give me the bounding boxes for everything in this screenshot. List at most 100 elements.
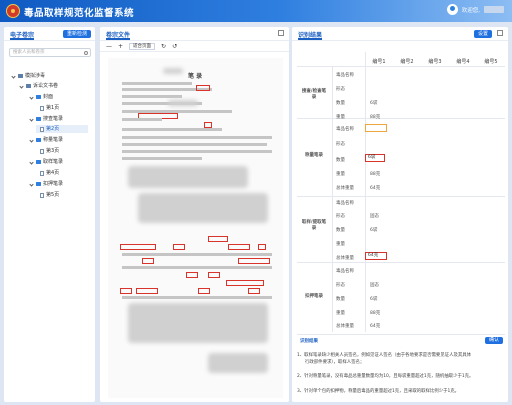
col-header-5: 编号5 xyxy=(484,59,498,65)
redaction xyxy=(128,166,248,188)
doc-line xyxy=(122,128,222,131)
tree-item-litigation[interactable]: 诉讼文书卷 xyxy=(19,82,58,90)
tree-item-case[interactable]: 模拟涉毒 xyxy=(11,72,45,80)
highlight-box xyxy=(226,280,264,286)
chevron-down-icon xyxy=(29,181,34,187)
doc-line xyxy=(122,266,272,269)
redetect-button[interactable]: 重新检测 xyxy=(63,30,91,38)
tree-item-page4[interactable]: 第4页 xyxy=(40,169,59,177)
result-item-2: 2、针对称量笔录，没有毒品总重量数量均为10，且每袋重量超过1克，随机抽取少于1… xyxy=(297,374,474,379)
field-label: 形态 xyxy=(336,142,345,147)
chevron-down-icon xyxy=(29,159,34,165)
redaction xyxy=(163,68,183,74)
divider xyxy=(365,52,366,332)
highlight-box xyxy=(120,244,156,250)
redaction xyxy=(138,193,268,223)
field-label: 重量 xyxy=(336,115,345,120)
highlight-box xyxy=(173,244,185,250)
result-item-1: 1、取样笔录缺少相关人员签名，例如见证人签名（由于各地要求是否需要见证人及其具体 xyxy=(297,353,472,358)
field-label: 毒品名称 xyxy=(336,127,354,132)
app-title: 毒品取样规范化监督系统 xyxy=(24,8,135,19)
folder-icon xyxy=(18,74,23,78)
tree-item-page1[interactable]: 第1页 xyxy=(40,104,59,112)
tree-item-sample-record[interactable]: 取样笔录 xyxy=(29,158,63,166)
section-weigh: 称量笔录 xyxy=(305,153,323,158)
tree-item-search-record[interactable]: 搜查笔录 xyxy=(29,115,63,123)
field-label: 总体重量 xyxy=(336,324,354,329)
highlight-box xyxy=(198,288,210,294)
field-label: 数量 xyxy=(336,297,345,302)
tree-item-page5[interactable]: 第5页 xyxy=(40,191,59,199)
zoom-select[interactable]: 适合页面 xyxy=(129,42,156,50)
avatar-icon xyxy=(446,4,458,15)
document-icon xyxy=(40,148,44,154)
field-value: 88克 xyxy=(370,115,381,120)
field-label: 重量 xyxy=(336,172,345,177)
doc-line xyxy=(122,118,162,121)
search-icon[interactable] xyxy=(84,50,88,55)
search-input[interactable]: 搜索人员和卷宗 xyxy=(9,48,91,57)
zoom-out-icon[interactable]: — xyxy=(106,43,112,50)
confirm-button[interactable]: 确认 xyxy=(485,337,503,344)
results-panel: 识别结果 设置 xyxy=(292,27,508,402)
highlight-box xyxy=(136,288,158,294)
redaction xyxy=(168,100,198,106)
expand-icon[interactable] xyxy=(278,30,284,36)
doc-line xyxy=(122,136,272,139)
field-value: 固态 xyxy=(370,283,379,288)
section-sample: 取样/提取笔录 xyxy=(301,220,327,231)
field-label: 总体重量 xyxy=(336,256,354,261)
header-bar: 毒品取样规范化监督系统 欢迎您, xyxy=(0,0,512,22)
field-label: 重量 xyxy=(336,311,345,316)
redaction xyxy=(128,303,268,343)
divider xyxy=(297,118,505,119)
expand-icon[interactable] xyxy=(497,30,503,36)
field-value: 64克 xyxy=(370,324,381,329)
settings-button[interactable]: 设置 xyxy=(474,30,492,38)
left-panel-header: 电子卷宗 重新检测 xyxy=(4,27,95,41)
rotate-left-icon[interactable]: ↺ xyxy=(172,43,177,50)
tree-item-page2[interactable]: 第2页 xyxy=(36,125,88,133)
col-header-1: 编号1 xyxy=(372,59,386,65)
section-seize: 扣押笔录 xyxy=(305,294,323,299)
redaction xyxy=(208,353,268,373)
zoom-in-icon[interactable]: + xyxy=(118,43,123,50)
doc-line xyxy=(122,150,272,153)
field-value: 6袋 xyxy=(370,228,378,233)
doc-line xyxy=(122,253,272,256)
police-emblem-icon xyxy=(6,4,20,18)
document-panel-title: 卷宗文件 xyxy=(106,32,131,40)
doc-line xyxy=(122,82,192,85)
rotate-right-icon[interactable]: ↻ xyxy=(161,43,166,50)
col-header-4: 编号4 xyxy=(456,59,470,65)
result-item-3: 3、针对单个包的扣押物，称量后毒品的重量超过1克，且采取的取样比例少于1克。 xyxy=(297,389,460,394)
field-label: 总体重量 xyxy=(336,186,354,191)
field-label: 形态 xyxy=(336,283,345,288)
results-panel-header: 识别结果 设置 xyxy=(292,27,508,41)
user-menu[interactable]: 欢迎您, xyxy=(446,4,504,15)
field-value: 64克 xyxy=(370,186,381,191)
field-label: 毒品名称 xyxy=(336,73,354,78)
folder-icon xyxy=(36,182,41,186)
highlight-box xyxy=(258,244,266,250)
field-label: 毒品名称 xyxy=(336,269,354,274)
chevron-down-icon xyxy=(29,137,34,143)
document-toolbar: — + 适合页面 ↻ ↺ xyxy=(100,41,289,52)
tree-item-page3[interactable]: 第3页 xyxy=(40,147,59,155)
tree-item-seizure-record[interactable]: 扣押笔录 xyxy=(29,180,63,188)
document-panel-header: 卷宗文件 xyxy=(100,27,289,41)
chevron-down-icon xyxy=(19,83,24,89)
highlight-box xyxy=(120,288,132,294)
divider xyxy=(297,196,505,197)
field-value: 88克 xyxy=(370,172,381,177)
highlight-box xyxy=(208,272,220,278)
tree-item-cover[interactable]: 封面 xyxy=(29,93,53,101)
chevron-down-icon xyxy=(29,116,34,122)
tree-item-weigh-record[interactable]: 称量笔录 xyxy=(29,136,63,144)
name-input-warning[interactable] xyxy=(365,124,387,132)
count-input-error[interactable]: 6袋 xyxy=(365,154,385,162)
highlight-box xyxy=(228,244,250,250)
divider xyxy=(297,262,505,263)
document-page-image: 笔 录 xyxy=(108,58,283,398)
total-input-error[interactable]: 64克 xyxy=(365,252,387,260)
